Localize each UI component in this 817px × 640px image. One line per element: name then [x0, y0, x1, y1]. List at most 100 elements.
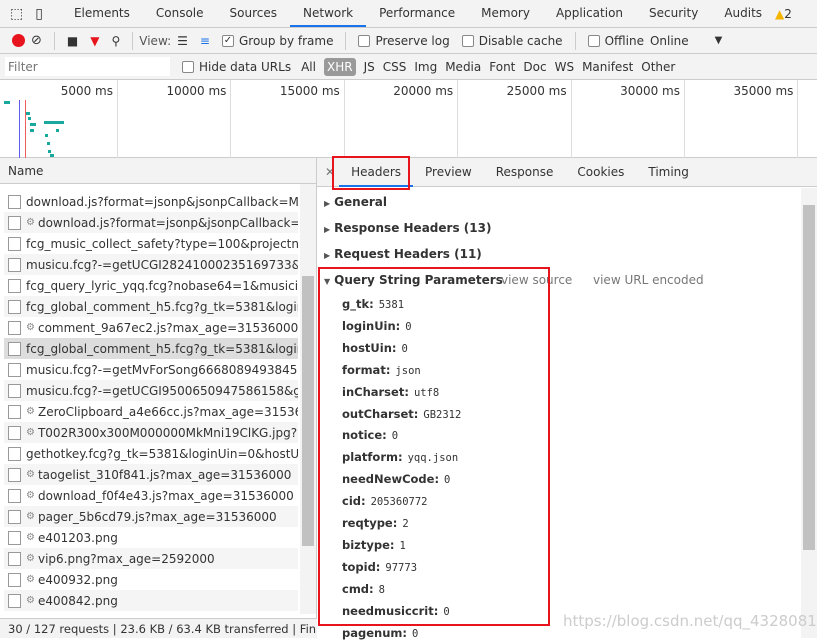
request-row[interactable]: ⚙ e400842.png [4, 590, 298, 611]
preserve-log-checkbox[interactable]: Preserve log [358, 34, 450, 48]
throttle-select[interactable]: Online [650, 34, 689, 48]
request-name: fcg_query_lyric_yqq.fcg?nobase64=1&music… [26, 278, 298, 293]
list-scrollbar[interactable] [300, 184, 316, 614]
request-row[interactable]: ⚙ comment_9a67ec2.js?max_age=31536000 [4, 317, 298, 338]
gear-icon: ⚙ [26, 427, 35, 438]
view-url-encoded-link[interactable]: view URL encoded [593, 273, 704, 287]
request-row[interactable]: fcg_global_comment_h5.fcg?g_tk=5381&logi… [4, 338, 298, 359]
request-name: musicu.fcg?-=getMvForSong666808949384585… [26, 362, 298, 377]
detail-scrollbar[interactable] [801, 188, 817, 638]
timeline-request-bar [30, 123, 36, 126]
detail-tab-timing[interactable]: Timing [636, 158, 701, 187]
section-title: Request Headers (11) [334, 247, 482, 261]
request-row[interactable]: download.js?format=jsonp&jsonpCallback=M… [4, 191, 298, 212]
timeline-label: 30000 ms [620, 84, 680, 98]
filter-type-all[interactable]: All [301, 60, 316, 74]
filter-type-xhr[interactable]: XHR [323, 57, 356, 76]
request-name: ZeroClipboard_a4e66cc.js?max_age=3153600… [37, 404, 298, 419]
headers-highlight-box [332, 156, 410, 190]
file-icon [8, 320, 21, 335]
tab-memory[interactable]: Memory [468, 0, 543, 27]
param-key: pagenum: [342, 625, 407, 640]
section-1[interactable]: ▶ Response Headers (13) [324, 221, 491, 235]
request-row[interactable]: ⚙ taogelist_310f841.js?max_age=31536000 [4, 464, 298, 485]
chevron-down-icon[interactable]: ▼ [715, 35, 723, 46]
request-row[interactable]: fcg_query_lyric_yqq.fcg?nobase64=1&music… [4, 275, 298, 296]
request-row[interactable]: fcg_global_comment_h5.fcg?g_tk=5381&logi… [4, 296, 298, 317]
search-icon[interactable]: ⚲ [111, 34, 120, 48]
tab-application[interactable]: Application [543, 0, 636, 27]
device-toolbar-icon[interactable]: ▯ [35, 6, 43, 22]
filter-type-font[interactable]: Font [489, 60, 515, 74]
request-row[interactable]: ⚙ e400932.png [4, 569, 298, 590]
gear-icon: ⚙ [26, 595, 35, 606]
detail-tab-cookies[interactable]: Cookies [565, 158, 636, 187]
request-name: download.js?format=jsonp&jsonpCallback=M… [37, 215, 298, 230]
clear-icon[interactable]: ⊘ [31, 33, 42, 48]
filter-bar: Hide data URLs All XHR JS CSS Img Media Font Do… [0, 54, 817, 80]
tab-elements[interactable]: Elements [61, 0, 143, 27]
tab-audits[interactable]: Audits [711, 0, 775, 27]
timeline-gridline [230, 80, 232, 158]
request-row[interactable]: fcg_music_collect_safety?type=100&projec… [4, 233, 298, 254]
warning-count[interactable]: 2 [784, 7, 792, 21]
tab-console[interactable]: Console [143, 0, 217, 27]
request-row[interactable]: ⚙T002R300x300M000000MkMni19ClKG.jpg?max_… [4, 422, 298, 443]
request-name: fcg_global_comment_h5.fcg?g_tk=5381&logi… [26, 299, 298, 314]
gear-icon: ⚙ [26, 406, 35, 417]
group-by-frame-checkbox[interactable]: ✓ Group by frame [221, 34, 333, 48]
waterfall-icon[interactable]: ≡ [200, 34, 210, 48]
filter-type-manifest[interactable]: Manifest [582, 60, 633, 74]
timeline-request-bar [56, 129, 59, 132]
file-icon [8, 215, 21, 230]
request-row[interactable]: ⚙ download_f0f4e43.js?max_age=31536000 [4, 485, 298, 506]
filter-type-img[interactable]: Img [414, 60, 437, 74]
filter-type-ws[interactable]: WS [555, 60, 574, 74]
request-row[interactable]: ⚙ e401203.png [4, 527, 298, 548]
triangle-right-icon: ▶ [324, 251, 331, 260]
file-icon [8, 194, 21, 209]
request-row[interactable]: musicu.fcg?-=getMvForSong666808949384585… [4, 359, 298, 380]
disable-cache-checkbox[interactable]: Disable cache [461, 34, 563, 48]
request-row[interactable]: ⚙ pager_5b6cd79.js?max_age=31536000 [4, 506, 298, 527]
warning-icon[interactable]: ▲ [775, 7, 784, 21]
timeline-request-bar [4, 101, 10, 104]
filter-type-doc[interactable]: Doc [523, 60, 546, 74]
gear-icon: ⚙ [26, 553, 35, 564]
request-row[interactable]: gethotkey.fcg?g_tk=5381&loginUin=0&hostU… [4, 443, 298, 464]
screenshot-icon[interactable]: ■ [67, 34, 78, 48]
file-icon [8, 341, 21, 356]
tab-sources[interactable]: Sources [217, 0, 290, 27]
tab-network[interactable]: Network [290, 0, 367, 27]
hide-data-urls-checkbox[interactable]: Hide data URLs [182, 60, 291, 74]
request-row[interactable]: musicu.fcg?-=getUCGI9500650947586158&g_t… [4, 380, 298, 401]
filter-type-media[interactable]: Media [445, 60, 481, 74]
section-0[interactable]: ▶ General [324, 195, 387, 209]
filter-icon[interactable]: ▼ [90, 34, 99, 48]
filter-type-other[interactable]: Other [641, 60, 675, 74]
section-2[interactable]: ▶ Request Headers (11) [324, 247, 482, 261]
timeline-request-bar [45, 134, 48, 137]
detail-tab-preview[interactable]: Preview [413, 158, 484, 187]
file-icon [8, 509, 21, 524]
detail-tab-response[interactable]: Response [484, 158, 566, 187]
network-toolbar: ⊘ ■ ▼ ⚲ View: ☰ ≡ ✓ Group by frame Preser… [0, 28, 817, 54]
name-column-header[interactable]: Name [0, 158, 316, 184]
request-row[interactable]: musicu.fcg?-=getUCGI28241000235169733&g_… [4, 254, 298, 275]
request-row[interactable]: ⚙ vip6.png?max_age=2592000 [4, 548, 298, 569]
gear-icon: ⚙ [26, 217, 35, 228]
offline-checkbox[interactable]: Offline [587, 34, 644, 48]
request-name: e400842.png [37, 593, 118, 608]
filter-type-js[interactable]: JS [364, 60, 375, 74]
inspect-icon[interactable]: ⬚ [10, 6, 23, 22]
timeline-gridline [457, 80, 459, 158]
filter-type-css[interactable]: CSS [383, 60, 407, 74]
tab-security[interactable]: Security [636, 0, 711, 27]
request-row[interactable]: ⚙ download.js?format=jsonp&jsonpCallback=… [4, 212, 298, 233]
request-row[interactable]: ⚙ ZeroClipboard_a4e66cc.js?max_age=315360… [4, 401, 298, 422]
record-button[interactable] [12, 34, 25, 47]
tab-performance[interactable]: Performance [366, 0, 468, 27]
large-rows-icon[interactable]: ☰ [177, 34, 188, 48]
request-name: download.js?format=jsonp&jsonpCallback=M… [26, 194, 298, 209]
filter-input[interactable] [5, 57, 170, 76]
